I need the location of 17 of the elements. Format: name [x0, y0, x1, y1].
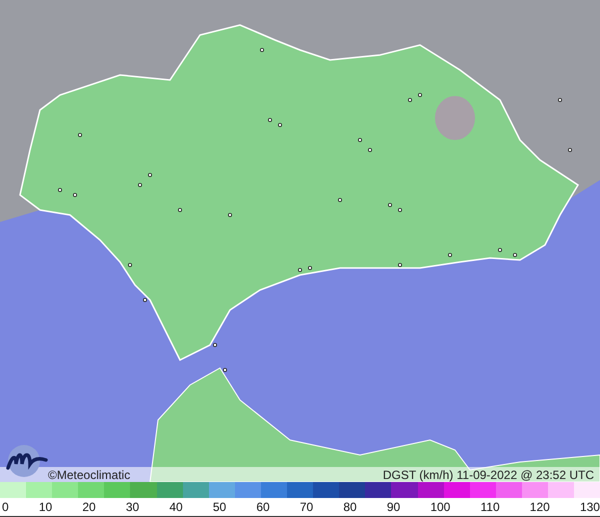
scale-label: 130 — [580, 500, 600, 514]
scale-label: 40 — [169, 500, 183, 514]
scale-label: 10 — [38, 500, 52, 514]
map-caption: DGST (km/h) 11-09-2022 @ 23:52 UTC — [382, 468, 594, 482]
scale-label: 70 — [300, 500, 314, 514]
scale-label: 80 — [343, 500, 357, 514]
scale-label: 20 — [82, 500, 96, 514]
scale-label: 100 — [430, 500, 450, 514]
credit-text: ©Meteoclimatic — [48, 468, 130, 482]
scale-label: 110 — [480, 500, 500, 514]
scale-label: 60 — [256, 500, 270, 514]
scale-label: 90 — [386, 500, 400, 514]
scale-label: 120 — [530, 500, 550, 514]
scale-label: 0 — [2, 500, 9, 514]
scale-label: 30 — [126, 500, 140, 514]
scale-label: 50 — [212, 500, 226, 514]
logo-icon — [4, 444, 48, 478]
